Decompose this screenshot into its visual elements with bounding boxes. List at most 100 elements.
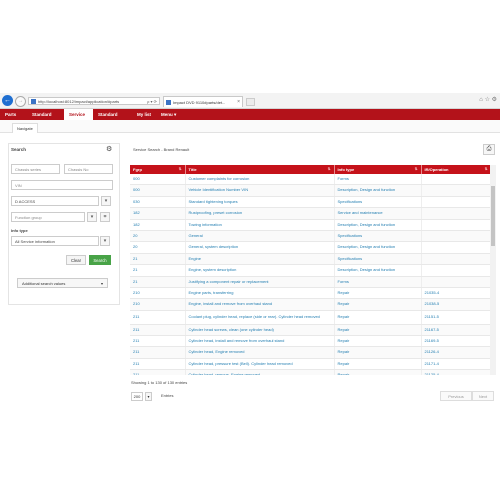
cell-title[interactable]: Towing information	[185, 219, 335, 231]
table-row[interactable]: 000 Customer complaints for corrosion Form…	[130, 174, 491, 186]
table-row[interactable]: 211 Cylinder head, Engine removed Repair 21…	[130, 346, 491, 359]
cell-title[interactable]: Cylinder head screws, clean (one cylinde…	[185, 324, 335, 337]
column-header-info-type[interactable]: Info type ⇅	[334, 165, 422, 174]
results-title: Service Search - Brand Renault	[133, 147, 190, 152]
close-tab-icon[interactable]: ×	[237, 99, 240, 105]
cell-info-type: Specifications	[334, 196, 422, 209]
cell-ir-operation: 21167-5	[421, 324, 491, 337]
cell-fgrp: 21	[130, 253, 186, 266]
cell-fgrp: 211	[130, 369, 186, 375]
search-button[interactable]: Search	[89, 255, 111, 265]
clear-button[interactable]: Clear	[66, 255, 86, 265]
forward-arrow-icon[interactable]: →	[15, 96, 26, 107]
table-row[interactable]: 030 Standard tightening torques Specificat…	[130, 196, 491, 209]
vin-input[interactable]: VIN	[11, 180, 113, 190]
cell-fgrp: 20	[130, 230, 186, 243]
column-header-ir-operation[interactable]: IR/Operation ⇅	[421, 165, 491, 174]
scrollbar-thumb[interactable]	[491, 186, 495, 246]
menu-parts[interactable]: Parts	[0, 109, 27, 120]
cell-fgrp: 211	[130, 310, 186, 325]
cell-title[interactable]: Engine, install and remove from overhaul…	[185, 298, 335, 311]
cell-ir-operation: 21125-4	[421, 369, 491, 375]
table-row[interactable]: 21 Justifying a component repair or repla…	[130, 276, 491, 288]
page-size-select[interactable]: 200 ▾	[131, 391, 157, 401]
info-type-select[interactable]: All Service information	[11, 236, 99, 246]
gear-icon[interactable]: ⚙	[106, 146, 112, 153]
table-row[interactable]: 000 Vehicle Identification Number VIN Desc…	[130, 184, 491, 197]
cell-info-type: Repair	[334, 287, 422, 300]
menu-my-list[interactable]: My list	[132, 109, 156, 120]
cell-ir-operation	[421, 174, 491, 186]
access-select[interactable]: D ACCESS	[11, 196, 99, 206]
table-row[interactable]: 182 Towing information Description, Design…	[130, 219, 491, 231]
cell-info-type: Forms	[334, 174, 422, 186]
menu-standard-times[interactable]: Standard times	[93, 109, 132, 128]
page-icon	[31, 98, 36, 104]
cell-title[interactable]: General	[185, 230, 335, 243]
cell-title[interactable]: Rustproofing, preset corrosion	[185, 207, 335, 220]
menu-service[interactable]: Service	[64, 109, 93, 120]
column-header-title[interactable]: Title ⇅	[185, 165, 335, 174]
cell-fgrp: 210	[130, 287, 186, 300]
cell-ir-operation: 21038-5	[421, 298, 491, 311]
cell-info-type: Repair	[334, 369, 422, 375]
menu-more[interactable]: Menu ▾	[156, 109, 182, 120]
cell-title[interactable]: Coolant plug, cylinder head, replace (si…	[185, 310, 335, 325]
back-arrow-icon[interactable]: ←	[2, 95, 13, 106]
cell-fgrp: 182	[130, 219, 186, 231]
chevron-down-icon[interactable]: ▾	[101, 196, 111, 206]
function-group-input[interactable]: Function group	[11, 212, 85, 222]
window-icons[interactable]: ⌂ ☆ ⚙	[479, 96, 497, 103]
cell-info-type: Forms	[334, 276, 422, 288]
table-row[interactable]: 21 Engine Specifications	[130, 253, 491, 266]
address-controls[interactable]: ρ ▾ ⟳	[147, 99, 157, 104]
table-row[interactable]: 211 Cylinder head screws, clean (one cyli…	[130, 324, 491, 337]
table-row[interactable]: 21 Engine, system description Description,…	[130, 264, 491, 277]
cell-ir-operation: 21151-5	[421, 310, 491, 325]
cell-title[interactable]: Engine, system description	[185, 264, 335, 277]
print-icon[interactable]: ⎙	[483, 144, 495, 155]
cell-fgrp: 20	[130, 241, 186, 254]
cell-info-type: Repair	[334, 358, 422, 371]
table-row[interactable]: 211 Coolant plug, cylinder head, replace …	[130, 310, 491, 325]
cell-title[interactable]: General, system description	[185, 241, 335, 254]
cell-title[interactable]: Cylinder head, install and remove from o…	[185, 335, 335, 348]
cell-title[interactable]: Vehicle Identification Number VIN	[185, 184, 335, 197]
table-row[interactable]: 210 Engine parts, transferring Repair 21035…	[130, 287, 491, 300]
cell-fgrp: 211	[130, 324, 186, 337]
additional-search-values-dropdown[interactable]: Additional search values ▾	[17, 278, 108, 288]
previous-button[interactable]: Previous	[440, 391, 472, 401]
chevron-down-icon[interactable]: ▾	[100, 236, 110, 246]
column-header-fgrp[interactable]: Fgrp ⇅	[130, 165, 186, 174]
cell-title[interactable]: Cylinder head, Engine removed	[185, 346, 335, 359]
cell-title[interactable]: Justifying a component repair or replace…	[185, 276, 335, 288]
page-size-value: 200	[131, 391, 143, 401]
function-tree-icon[interactable]: ⌗	[100, 212, 110, 222]
browser-tab[interactable]: Impact DVD 9110#parts/det... ×	[163, 96, 243, 107]
table-row[interactable]: 211 Cylinder head, remove. Engine removed…	[130, 369, 491, 375]
cell-title[interactable]: Engine	[185, 253, 335, 266]
chevron-down-icon[interactable]: ▾	[87, 212, 97, 222]
table-row[interactable]: 211 Cylinder head, pressure test (Bell). …	[130, 358, 491, 371]
cell-title[interactable]: Standard tightening torques	[185, 196, 335, 209]
cell-title[interactable]: Cylinder head, pressure test (Bell). Cyl…	[185, 358, 335, 371]
table-row[interactable]: 182 Rustproofing, preset corrosion Service…	[130, 207, 491, 220]
menu-standard-parts[interactable]: Standard parts	[27, 109, 64, 128]
table-row[interactable]: 211 Cylinder head, install and remove fro…	[130, 335, 491, 348]
new-tab-button[interactable]	[246, 98, 255, 106]
results-table: Fgrp ⇅ Title ⇅ Info type ⇅ IR/Operation ⇅ 00…	[130, 165, 491, 375]
cell-info-type: Description, Design and function	[334, 219, 422, 231]
table-row[interactable]: 210 Engine, install and remove from overh…	[130, 298, 491, 311]
cell-title[interactable]: Cylinder head, remove. Engine removed	[185, 369, 335, 375]
info-type-label: Info type	[11, 228, 28, 233]
next-button[interactable]: Next	[472, 391, 494, 401]
table-row[interactable]: 20 General, system description Description…	[130, 241, 491, 254]
tab-navigate[interactable]: Navigate	[12, 123, 38, 133]
chassis-series-input[interactable]: Chassis series	[11, 164, 60, 174]
cell-title[interactable]: Customer complaints for corrosion	[185, 174, 335, 186]
address-bar[interactable]: http://localhost:8012/impact/application…	[28, 97, 160, 105]
chassis-no-input[interactable]: Chassis No	[64, 164, 113, 174]
cell-title[interactable]: Engine parts, transferring	[185, 287, 335, 300]
cell-ir-operation: 21126-4	[421, 346, 491, 359]
table-row[interactable]: 20 General Specifications	[130, 230, 491, 243]
